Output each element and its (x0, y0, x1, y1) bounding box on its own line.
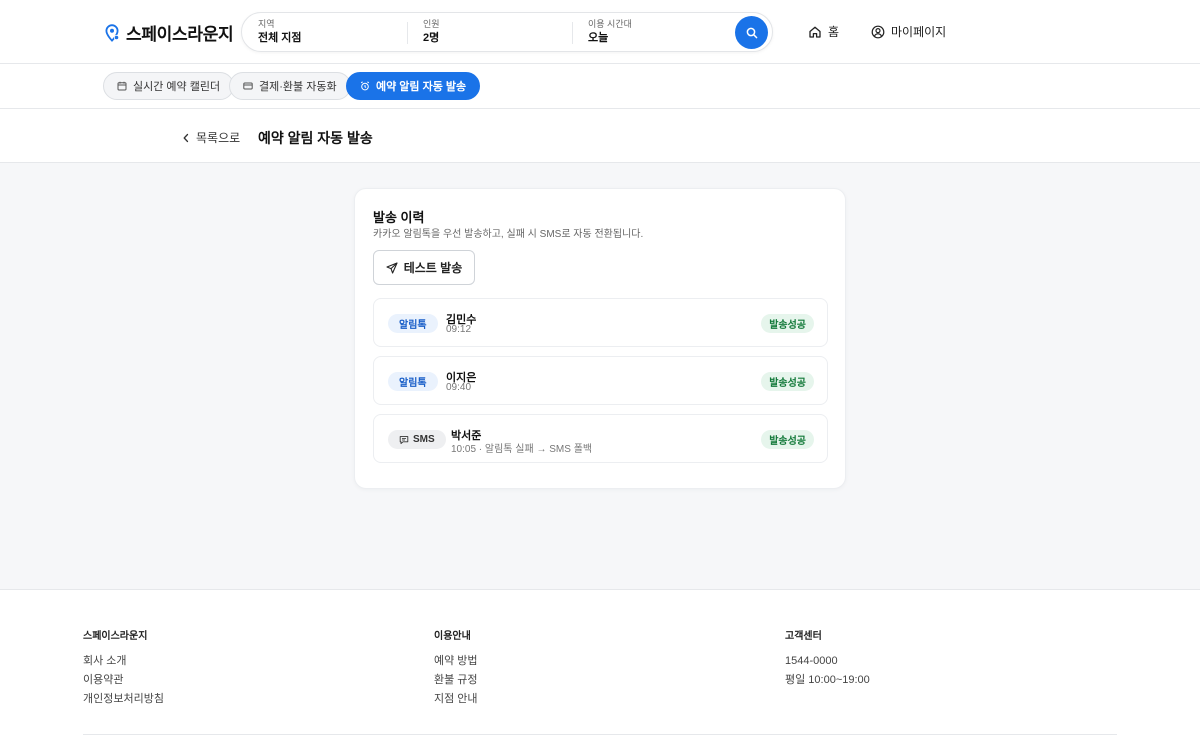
search-field-label: 지역 (258, 19, 275, 29)
footer-heading: 고객센터 (785, 631, 822, 642)
alarm-icon (360, 81, 370, 91)
nav-home-link[interactable]: 홈 (808, 23, 839, 40)
send-meta: 09:12 (446, 324, 472, 335)
search-button[interactable] (735, 16, 768, 49)
tab-realtime-calendar[interactable]: 실시간 예약 캘린더 (103, 72, 235, 100)
search-field-value: 2명 (423, 32, 440, 44)
location-pin-icon (105, 23, 120, 42)
calendar-icon (117, 81, 127, 91)
tab-label: 결제·환불 자동화 (259, 81, 337, 93)
footer-link[interactable]: 개인정보처리방침 (83, 693, 164, 706)
channel-label: SMS (413, 434, 435, 445)
tab-payment-refund[interactable]: 결제·환불 자동화 (229, 72, 351, 100)
footer-link[interactable]: 회사 소개 (83, 655, 164, 668)
footer-heading: 이용안내 (434, 631, 471, 642)
chevron-left-icon (183, 133, 189, 142)
support-hours: 평일 10:00~19:00 (785, 674, 870, 686)
brand-name: 스페이스라운지 (126, 25, 234, 44)
brand-logo[interactable]: 스페이스라운지 (104, 20, 234, 45)
footer-divider (83, 734, 1117, 735)
page-title: 예약 알림 자동 발송 (258, 130, 373, 146)
footer-link[interactable]: 지점 안내 (434, 693, 478, 706)
nav-mypage-link[interactable]: 마이페이지 (871, 23, 946, 40)
page-titlebar: 목록으로 예약 알림 자동 발송 (0, 109, 1200, 163)
footer-col-company: 스페이스라운지 회사 소개 이용약관 개인정보처리방침 (83, 627, 164, 712)
status-badge: 발송성공 (761, 430, 814, 449)
message-icon (399, 435, 409, 444)
divider (407, 22, 408, 44)
nav-home-label: 홈 (828, 25, 840, 39)
card-description: 카카오 알림톡을 우선 발송하고, 실패 시 SMS로 자동 전환됩니다. (373, 229, 644, 240)
send-meta: 09:40 (446, 382, 472, 393)
nav-mypage-label: 마이페이지 (891, 25, 947, 39)
send-history-card: 발송 이력 카카오 알림톡을 우선 발송하고, 실패 시 SMS로 자동 전환됩… (354, 188, 846, 489)
site-footer: 스페이스라운지 회사 소개 이용약관 개인정보처리방침 이용안내 예약 방법 환… (0, 589, 1200, 750)
status-badge: 발송성공 (761, 372, 814, 391)
status-badge: 발송성공 (761, 314, 814, 333)
search-field-region[interactable]: 지역 전체 지점 (258, 19, 398, 47)
history-row[interactable]: 알림톡 김민수 09:12 발송성공 (373, 298, 828, 347)
tab-booking-notification[interactable]: 예약 알림 자동 발송 (346, 72, 481, 100)
search-field-time[interactable]: 이용 시간대 오늘 (588, 19, 728, 47)
send-icon (386, 261, 398, 274)
test-send-label: 테스트 발송 (403, 261, 463, 275)
card-title: 발송 이력 (373, 210, 425, 225)
back-label: 목록으로 (196, 131, 241, 145)
channel-badge: SMS (388, 430, 446, 449)
divider (572, 22, 573, 44)
top-header: 스페이스라운지 지역 전체 지점 인원 2명 이용 시간대 오늘 홈 마이페이지 (0, 0, 1200, 64)
user-circle-icon (871, 25, 885, 38)
card-icon (243, 82, 253, 90)
support-phone: 1544-0000 (785, 655, 838, 667)
history-row[interactable]: 알림톡 이지은 09:40 발송성공 (373, 356, 828, 405)
footer-link[interactable]: 예약 방법 (434, 655, 478, 668)
footer-col-support: 고객센터 1544-0000 평일 10:00~19:00 (785, 627, 870, 693)
search-bar: 지역 전체 지점 인원 2명 이용 시간대 오늘 (241, 12, 773, 52)
channel-badge: 알림톡 (388, 314, 438, 333)
search-field-guests[interactable]: 인원 2명 (423, 19, 563, 47)
search-field-value: 오늘 (588, 32, 609, 44)
channel-label: 알림톡 (399, 320, 427, 331)
search-field-value: 전체 지점 (258, 32, 302, 44)
search-icon (746, 27, 757, 38)
footer-link[interactable]: 이용약관 (83, 674, 164, 687)
feature-tabs: 실시간 예약 캘린더 결제·환불 자동화 예약 알림 자동 발송 (0, 64, 1200, 109)
footer-link[interactable]: 환불 규정 (434, 674, 478, 687)
footer-col-guide: 이용안내 예약 방법 환불 규정 지점 안내 (434, 627, 478, 712)
test-send-button[interactable]: 테스트 발송 (373, 250, 475, 285)
search-field-label: 인원 (423, 19, 440, 29)
history-row[interactable]: SMS 박서준 10:05 · 알림톡 실패 → SMS 폴백 발송성공 (373, 414, 828, 463)
footer-heading: 스페이스라운지 (83, 631, 148, 642)
channel-label: 알림톡 (399, 378, 427, 389)
send-meta: 10:05 · 알림톡 실패 → SMS 폴백 (451, 444, 593, 455)
channel-badge: 알림톡 (388, 372, 438, 391)
tab-label: 실시간 예약 캘린더 (133, 81, 221, 93)
tab-label: 예약 알림 자동 발송 (376, 81, 467, 93)
home-icon (809, 26, 821, 38)
back-to-list-link[interactable]: 목록으로 (182, 129, 240, 146)
search-field-label: 이용 시간대 (588, 19, 632, 29)
